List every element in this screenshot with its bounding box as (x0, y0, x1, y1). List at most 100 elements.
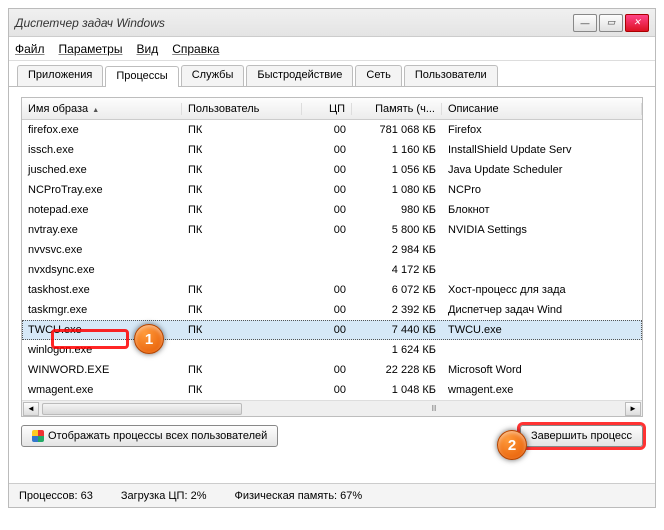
cell-cpu: 00 (302, 384, 352, 396)
table-row[interactable]: nvxdsync.exe 4 172 КБ (22, 260, 642, 280)
cell-mem: 1 080 КБ (352, 184, 442, 196)
menu-view[interactable]: Вид (136, 42, 158, 56)
annotation-marker-2: 2 (497, 430, 527, 460)
cell-mem: 2 392 КБ (352, 304, 442, 316)
cell-desc: InstallShield Update Serv (442, 144, 642, 156)
cell-image: nvvsvc.exe (22, 244, 182, 256)
tab-services[interactable]: Службы (181, 65, 245, 86)
cell-mem: 1 624 КБ (352, 344, 442, 356)
scroll-right-button[interactable]: ► (625, 402, 641, 416)
horizontal-scrollbar[interactable]: ◄ Ⅲ ► (22, 400, 642, 416)
table-row[interactable]: notepad.exeПК00980 КББлокнот (22, 200, 642, 220)
table-row[interactable]: winlogon.exe1 624 КБ (22, 340, 642, 360)
cell-image: nvtray.exe (22, 224, 182, 236)
shield-icon (32, 430, 44, 442)
cell-user: ПК (182, 224, 302, 236)
cell-cpu: 00 (302, 184, 352, 196)
menu-options[interactable]: Параметры (59, 42, 123, 56)
tab-processes[interactable]: Процессы (105, 66, 178, 87)
cell-desc: Блокнот (442, 204, 642, 216)
show-all-users-button[interactable]: Отображать процессы всех пользователей (21, 425, 278, 447)
table-row[interactable]: taskmgr.exeПК002 392 КБДиспетчер задач W… (22, 300, 642, 320)
cell-desc: Java Update Scheduler (442, 164, 642, 176)
cell-user: ПК (182, 324, 302, 336)
col-cpu[interactable]: ЦП (302, 103, 352, 115)
cell-cpu: 00 (302, 144, 352, 156)
cell-desc: Microsoft Word (442, 364, 642, 376)
cell-cpu: 00 (302, 304, 352, 316)
minimize-button[interactable]: — (573, 14, 597, 32)
col-description[interactable]: Описание (442, 103, 642, 115)
cell-cpu: 00 (302, 224, 352, 236)
cell-cpu: 00 (302, 124, 352, 136)
cell-image: taskhost.exe (22, 284, 182, 296)
col-image-name[interactable]: Имя образа▲ (22, 103, 182, 115)
cell-user: ПК (182, 384, 302, 396)
cell-user: ПК (182, 284, 302, 296)
status-cpu: Загрузка ЦП: 2% (121, 490, 207, 502)
tab-bar: Приложения Процессы Службы Быстродействи… (9, 61, 655, 87)
table-row[interactable]: wmagent.exeПК001 048 КБwmagent.exe (22, 380, 642, 400)
menu-bar: Файл Параметры Вид Справка (9, 37, 655, 61)
cell-mem: 1 048 КБ (352, 384, 442, 396)
table-row[interactable]: NCProTray.exeПК001 080 КБNCPro (22, 180, 642, 200)
cell-desc: NCPro (442, 184, 642, 196)
col-user[interactable]: Пользователь (182, 103, 302, 115)
cell-mem: 6 072 КБ (352, 284, 442, 296)
cell-image: notepad.exe (22, 204, 182, 216)
cell-mem: 781 068 КБ (352, 124, 442, 136)
cell-image: wmagent.exe (22, 384, 182, 396)
cell-image: taskmgr.exe (22, 304, 182, 316)
window-title: Диспетчер задач Windows (15, 16, 571, 30)
cell-mem: 5 800 КБ (352, 224, 442, 236)
table-row[interactable]: issch.exeПК001 160 КБInstallShield Updat… (22, 140, 642, 160)
process-list[interactable]: Имя образа▲ Пользователь ЦП Память (ч...… (21, 97, 643, 417)
tab-applications[interactable]: Приложения (17, 65, 103, 86)
status-processes: Процессов: 63 (19, 490, 93, 502)
tab-users[interactable]: Пользователи (404, 65, 498, 86)
annotation-marker-1: 1 (134, 324, 164, 354)
table-row[interactable]: nvtray.exeПК005 800 КБNVIDIA Settings (22, 220, 642, 240)
cell-image: jusched.exe (22, 164, 182, 176)
end-process-button[interactable]: Завершить процесс (520, 425, 643, 447)
table-row[interactable]: firefox.exeПК00781 068 КБFirefox (22, 120, 642, 140)
cell-mem: 4 172 КБ (352, 264, 442, 276)
menu-file[interactable]: Файл (15, 42, 45, 56)
cell-mem: 980 КБ (352, 204, 442, 216)
cell-user: ПК (182, 184, 302, 196)
cell-desc: wmagent.exe (442, 384, 642, 396)
cell-user: ПК (182, 304, 302, 316)
cell-desc: Firefox (442, 124, 642, 136)
scroll-left-button[interactable]: ◄ (23, 402, 39, 416)
cell-cpu: 00 (302, 204, 352, 216)
table-row[interactable]: nvvsvc.exe 2 984 КБ (22, 240, 642, 260)
cell-cpu: 00 (302, 284, 352, 296)
table-row[interactable]: jusched.exeПК001 056 КБJava Update Sched… (22, 160, 642, 180)
col-memory[interactable]: Память (ч... (352, 103, 442, 115)
table-row[interactable]: taskhost.exeПК006 072 КБХост-процесс для… (22, 280, 642, 300)
cell-image: NCProTray.exe (22, 184, 182, 196)
status-memory: Физическая память: 67% (234, 490, 362, 502)
tab-networking[interactable]: Сеть (355, 65, 401, 86)
cell-image: nvxdsync.exe (22, 264, 182, 276)
maximize-button[interactable]: ▭ (599, 14, 623, 32)
close-button[interactable]: ✕ (625, 14, 649, 32)
cell-desc: Диспетчер задач Wind (442, 304, 642, 316)
cell-user: ПК (182, 204, 302, 216)
cell-mem: 7 440 КБ (352, 324, 442, 336)
scroll-thumb[interactable] (42, 403, 242, 415)
status-bar: Процессов: 63 Загрузка ЦП: 2% Физическая… (9, 483, 655, 507)
cell-cpu: 00 (302, 364, 352, 376)
table-row[interactable]: WINWORD.EXEПК0022 228 КБMicrosoft Word (22, 360, 642, 380)
cell-mem: 1 056 КБ (352, 164, 442, 176)
cell-mem: 22 228 КБ (352, 364, 442, 376)
menu-help[interactable]: Справка (172, 42, 219, 56)
cell-desc: TWCU.exe (442, 324, 642, 336)
cell-desc: Хост-процесс для зада (442, 284, 642, 296)
column-headers: Имя образа▲ Пользователь ЦП Память (ч...… (22, 98, 642, 120)
table-row[interactable]: TWCU.exeПК007 440 КБTWCU.exe (22, 320, 642, 340)
cell-cpu: 00 (302, 164, 352, 176)
tab-performance[interactable]: Быстродействие (246, 65, 353, 86)
cell-mem: 2 984 КБ (352, 244, 442, 256)
cell-mem: 1 160 КБ (352, 144, 442, 156)
